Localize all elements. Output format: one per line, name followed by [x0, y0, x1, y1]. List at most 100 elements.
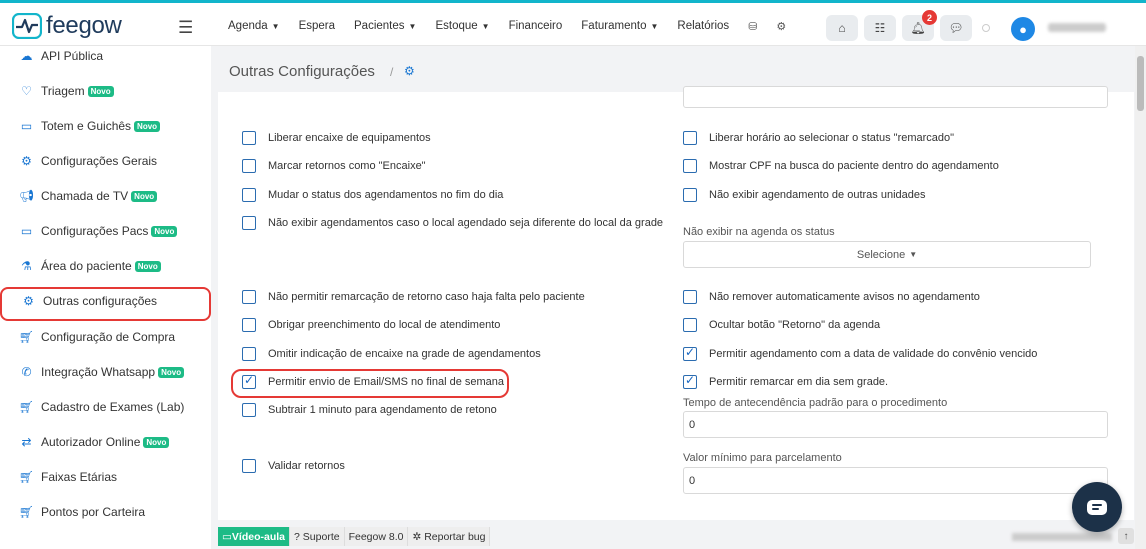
whatsapp-icon: ✆ [21, 365, 32, 379]
question-icon: ? [294, 530, 300, 543]
cart-icon: 🛒︎ [18, 330, 35, 344]
checklist-button[interactable]: ☷ [864, 15, 896, 41]
option-label: Liberar horário ao selecionar o status "… [709, 132, 955, 144]
option-label: Permitir agendamento com a data de valid… [709, 348, 1038, 360]
nav-pacientes[interactable]: Pacientes ▼ [354, 20, 416, 33]
flask-icon: ⚗ [21, 259, 32, 273]
inbox-button[interactable]: ⌂ [826, 15, 858, 41]
checkbox-mudar-status[interactable] [242, 188, 256, 202]
chat-icon: 💬︎ [948, 21, 964, 35]
option-label: Não permitir remarcação de retorno caso … [268, 291, 585, 303]
nav-estoque[interactable]: Estoque ▼ [435, 20, 489, 33]
sidebar-item-totem[interactable]: ▭ Totem e Guichês Novo [18, 119, 161, 133]
option-label: Omitir indicação de encaixe na grade de … [268, 348, 541, 360]
settings-icon[interactable]: ⚙ [776, 20, 786, 33]
video-aula-button[interactable]: ▭ Vídeo-aula [218, 527, 291, 546]
page-title: Outras Configurações [229, 63, 375, 80]
chevron-down-icon: ▼ [909, 250, 918, 259]
sidebar-item-api-publica[interactable]: ☁ API Pública [18, 49, 104, 63]
footer-bar: ▭ Vídeo-aula ? Suporte Feegow 8.0 ✲ Repor… [218, 527, 491, 546]
gears-icon[interactable]: ⚙ [404, 64, 415, 78]
video-icon: ▭ [222, 530, 232, 543]
nav-espera[interactable]: Espera [299, 20, 335, 33]
antecedencia-label: Tempo de antecendência padrão para o pro… [683, 397, 948, 409]
scrollbar-thumb[interactable] [1137, 56, 1144, 111]
checkbox-nao-exibir-unidades[interactable] [683, 188, 697, 202]
sidebar-item-config-compra[interactable]: 🛒︎ Configuração de Compra [18, 330, 175, 344]
option-label: Validar retornos [268, 460, 345, 472]
chat-widget-button[interactable] [1072, 482, 1122, 532]
version-label: Feegow 8.0 [344, 527, 409, 546]
username-blurred[interactable] [1048, 23, 1106, 32]
support-button[interactable]: ? Suporte [290, 527, 345, 546]
option-label: Marcar retornos como "Encaixe" [268, 160, 426, 172]
option-label: Permitir remarcar em dia sem grade. [709, 376, 889, 388]
option-label: Não exibir agendamentos caso o local age… [268, 217, 664, 229]
cloud-upload-icon: ☁ [20, 49, 33, 63]
sidebar-item-pontos-carteira[interactable]: 🛒︎ Pontos por Carteira [18, 505, 145, 519]
scroll-top-button[interactable]: ↑ [1118, 528, 1134, 544]
sidebar-item-config-gerais[interactable]: ⚙ Configurações Gerais [18, 154, 157, 168]
option-label: Ocultar botão "Retorno" da agenda [709, 319, 881, 331]
sidebar-item-faixas-etarias[interactable]: 🛒︎ Faixas Etárias [18, 470, 117, 484]
feegow-logo[interactable]: feegow [12, 12, 122, 40]
sidebar-item-triagem[interactable]: ♡ Triagem Novo [18, 84, 114, 98]
status-dot [982, 24, 990, 32]
checkbox-nao-exibir-local[interactable] [242, 216, 256, 230]
nav-faturamento[interactable]: Faturamento ▼ [581, 20, 658, 33]
cart-icon: 🛒︎ [18, 400, 35, 414]
top-navbar: feegow ☰ Agenda ▼ Espera Pacientes ▼ Estoq… [0, 0, 1146, 46]
checkbox-obrigar-local[interactable] [242, 318, 256, 332]
sidebar: ☁ API Pública ♡ Triagem Novo ▭ Totem e Guich… [0, 46, 211, 549]
checkbox-marcar-retornos[interactable] [242, 159, 256, 173]
arrow-up-icon: ↑ [1123, 530, 1129, 542]
option-label: Subtrair 1 minuto para agendamento de re… [268, 404, 497, 416]
chat-bubble-icon [1087, 499, 1107, 515]
database-icon[interactable]: ⛁ [748, 20, 757, 33]
option-label: Mostrar CPF na busca do paciente dentro … [709, 160, 999, 172]
sidebar-item-autorizador[interactable]: ⇄ Autorizador Online Novo [18, 435, 170, 449]
gears-icon: ⚙ [21, 154, 32, 168]
checkbox-liberar-horario[interactable] [683, 131, 697, 145]
checkbox-nao-permitir-remarcacao[interactable] [242, 290, 256, 304]
sidebar-item-area-paciente[interactable]: ⚗ Área do paciente Novo [18, 259, 161, 273]
sidebar-item-cadastro-exames[interactable]: 🛒︎ Cadastro de Exames (Lab) [18, 400, 185, 414]
nav-financeiro[interactable]: Financeiro [509, 20, 563, 33]
user-avatar[interactable]: ● [1011, 17, 1035, 41]
cart-icon: 🛒︎ [18, 470, 35, 484]
top-input-field[interactable] [683, 86, 1108, 108]
sidebar-item-outras-configuracoes[interactable]: ⚙ Outras configurações [20, 294, 157, 308]
sidebar-item-whatsapp[interactable]: ✆ Integração Whatsapp Novo [18, 365, 185, 379]
checkbox-nao-remover-avisos[interactable] [683, 290, 697, 304]
settings-panel: Liberar encaixe de equipamentos Marcar r… [218, 86, 1134, 520]
option-label: Mudar o status dos agendamentos no fim d… [268, 189, 504, 201]
report-bug-button[interactable]: ✲ Reportar bug [408, 527, 491, 546]
checkbox-subtrair-minuto[interactable] [242, 403, 256, 417]
chat-button[interactable]: 💬︎ [940, 15, 972, 41]
checkbox-liberar-encaixe[interactable] [242, 131, 256, 145]
notification-badge: 2 [922, 10, 937, 25]
parcelamento-label: Valor mínimo para parcelamento [683, 452, 842, 464]
status-filter-select[interactable]: Selecione ▼ [683, 241, 1091, 268]
parcelamento-input[interactable]: 0 [683, 467, 1108, 494]
checkbox-mostrar-cpf[interactable] [683, 159, 697, 173]
checkbox-omitir-encaixe[interactable] [242, 347, 256, 361]
antecedencia-input[interactable]: 0 [683, 411, 1108, 438]
sidebar-item-config-pacs[interactable]: ▭ Configurações Pacs Novo [18, 224, 178, 238]
checkbox-validar-retornos[interactable] [242, 459, 256, 473]
page-scrollbar[interactable] [1135, 46, 1146, 549]
checkbox-ocultar-retorno[interactable] [683, 318, 697, 332]
menu-toggle-icon[interactable]: ☰ [178, 18, 193, 38]
notifications-button[interactable]: 🔔︎ 2 [902, 10, 937, 41]
checkbox-remarcar-sem-grade[interactable] [683, 373, 697, 389]
user-icon: ● [1019, 21, 1027, 37]
option-label: Permitir envio de Email/SMS no final de … [268, 376, 504, 388]
checkbox-convenio-vencido[interactable] [683, 345, 697, 361]
option-label: Liberar encaixe de equipamentos [268, 132, 431, 144]
checkbox-email-sms-fim-semana[interactable] [242, 373, 256, 389]
gears-icon: ⚙ [23, 294, 34, 308]
nav-agenda[interactable]: Agenda ▼ [228, 20, 280, 33]
nav-relatorios[interactable]: Relatórios [677, 20, 729, 33]
sidebar-item-chamada-tv[interactable]: 📢︎ Chamada de TV Novo [18, 189, 158, 203]
breadcrumb-separator: / [390, 65, 394, 79]
